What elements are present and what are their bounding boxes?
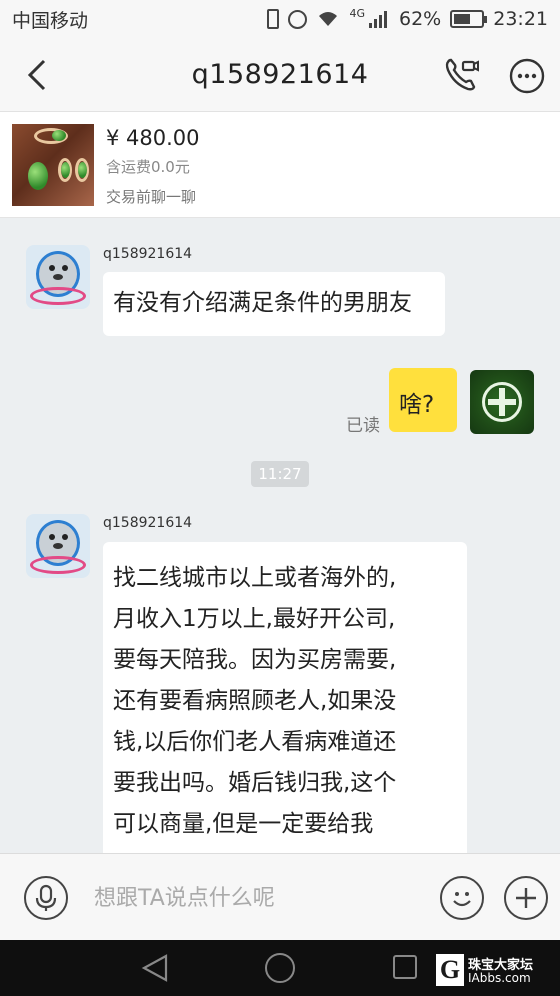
plus-button[interactable] [504,876,548,920]
product-tip: 交易前聊一聊 [106,188,197,206]
watermark-site: IAbbs.com [468,971,531,985]
my-avatar[interactable] [470,370,534,434]
nav-back-button[interactable] [140,954,170,982]
message-line: 可以商量,但是一定要给我 [113,811,374,837]
gem-shape [61,162,70,178]
gem-shape [52,130,66,141]
battery-icon [450,10,488,28]
battery-percent: 62% [399,8,442,30]
wifi-icon [319,12,338,26]
avatar[interactable] [26,514,90,578]
seal-eye [62,534,68,540]
microphone-icon [35,884,57,911]
nav-recent-button[interactable] [393,955,417,979]
message-line: 有没有介绍满足条件的男朋友 [113,290,412,316]
sender-name: q158921614 [103,515,193,531]
chat-header: q158921614 [0,38,560,112]
message-bubble[interactable]: 找二线城市以上或者海外的, 月收入1万以上,最好开公司, 要每天陪我。因为买房需… [103,542,467,853]
product-price: ¥ 480.00 [106,126,200,150]
message-line: 月收入1万以上,最好开公司, [113,606,396,632]
emoji-button[interactable] [440,876,484,920]
plus-icon [516,888,536,908]
cross-bar [488,399,516,405]
message-bubble[interactable]: 有没有介绍满足条件的男朋友 [103,272,445,336]
message-line: 要每天陪我。因为买房需要, [113,647,397,673]
seal-eye [62,265,68,271]
page-title: q158921614 [191,59,369,90]
seal-eye [49,265,55,271]
product-image[interactable] [12,124,94,206]
avatar[interactable] [26,245,90,309]
input-bar [0,853,560,940]
alarm-icon [288,9,308,29]
watermark-logo: G [436,954,464,986]
call-button[interactable] [442,56,480,94]
chevron-left-icon [27,59,46,91]
seal-ring [30,556,86,574]
phone-video-icon [445,58,479,91]
product-shipping: 含运费0.0元 [106,158,190,176]
message-line: 找二线城市以上或者海外的, [113,565,397,591]
smiley-icon [453,892,471,907]
more-button[interactable] [508,57,546,95]
carrier-name: 中国移动 [12,9,89,32]
voice-button[interactable] [24,876,68,920]
gem-shape [28,162,48,190]
my-message-bubble[interactable]: 啥? [389,368,457,432]
read-status: 已读 [346,416,380,436]
signal-icon [369,11,387,28]
clock: 23:21 [493,8,548,30]
vibrate-icon [267,9,280,29]
status-bar: 中国移动 4G 62% 23:21 [0,0,560,38]
back-button[interactable] [22,58,56,92]
message-line: 还有要看病照顾老人,如果没 [113,688,397,714]
battery-level [454,14,471,24]
chat-area[interactable]: q158921614 有没有介绍满足条件的男朋友 已读 啥? 11:27 q15… [0,219,560,853]
message-input[interactable] [94,878,414,918]
sender-name: q158921614 [103,246,193,262]
triangle-back-icon [141,954,168,982]
seal-ring [30,287,86,305]
gem-shape [78,162,87,178]
message-text: 啥? [399,392,435,418]
seal-nose [53,543,63,549]
seal-nose [53,274,63,280]
status-icons: 4G 62% 23:21 [267,6,548,30]
time-divider: 11:27 [251,461,309,487]
seal-eye [49,534,55,540]
network-type: 4G [349,6,365,20]
system-nav-bar: G 珠宝大家坛 IAbbs.com [0,940,560,996]
product-card[interactable] [0,112,560,218]
message-line: 要我出吗。婚后钱归我,这个 [113,770,397,796]
watermark: G 珠宝大家坛 IAbbs.com [436,954,558,986]
more-icon [509,58,545,94]
nav-home-button[interactable] [265,953,295,983]
message-line: 钱,以后你们老人看病难道还 [113,729,397,755]
